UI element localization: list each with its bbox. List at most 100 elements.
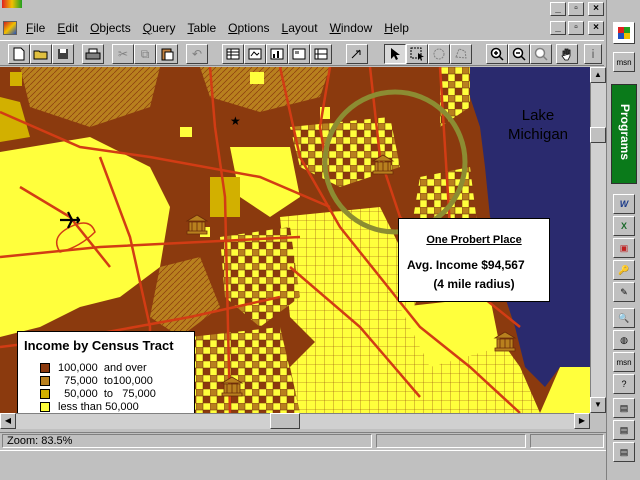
app-restore-button[interactable]: ▫	[568, 2, 584, 16]
notepad-icon[interactable]: ✎	[613, 282, 635, 302]
menu-accelerator: H	[384, 21, 393, 35]
menu-layout[interactable]: Layout	[276, 19, 324, 37]
horizontal-scroll-thumb[interactable]	[270, 413, 300, 429]
new-icon[interactable]	[8, 44, 30, 64]
menu-items: File Edit Objects Query Table Options Layout Wi…	[20, 19, 415, 37]
horizontal-scrollbar[interactable]: ◀ ▶	[0, 413, 590, 429]
layer-control-icon[interactable]	[346, 44, 368, 64]
callout-place-name: One Probert Place	[426, 234, 522, 246]
programs-toolbar[interactable]: Programs	[611, 84, 637, 184]
folder-icon-2[interactable]: ▤	[613, 420, 635, 440]
main-toolbar: ✂ ⧉ ↶ i	[0, 40, 604, 66]
msn-button[interactable]: msn	[613, 52, 635, 72]
tract	[10, 72, 22, 86]
info-icon[interactable]: i	[584, 44, 602, 64]
menu-options[interactable]: Options	[222, 19, 275, 37]
scroll-right-button[interactable]: ▶	[574, 413, 590, 429]
lake-label-2: Michigan	[507, 126, 569, 143]
grabber-icon[interactable]	[556, 44, 578, 64]
copy-icon[interactable]: ⧉	[134, 44, 156, 64]
marquee-select-icon[interactable]	[406, 44, 428, 64]
vertical-scroll-thumb[interactable]	[590, 127, 606, 143]
menu-table[interactable]: Table	[181, 19, 222, 37]
save-icon[interactable]	[52, 44, 74, 64]
scroll-down-button[interactable]: ▼	[590, 397, 606, 413]
excel-icon[interactable]: X	[613, 216, 635, 236]
document-icon[interactable]	[3, 21, 17, 35]
menu-label-rest: ayout	[288, 21, 318, 35]
scroll-left-button[interactable]: ◀	[0, 413, 16, 429]
open-icon[interactable]	[30, 44, 52, 64]
menu-bar: File Edit Objects Query Table Options Layout Wi…	[0, 18, 540, 38]
menu-file[interactable]: File	[20, 19, 51, 37]
app-minimize-button[interactable]: _	[550, 2, 566, 16]
menu-edit[interactable]: Edit	[51, 19, 84, 37]
menu-label-rest: ile	[33, 21, 46, 35]
doc-close-button[interactable]: ×	[588, 21, 604, 35]
legend-row: less than 50,000	[40, 401, 139, 413]
zoom-status: Zoom: 83.5%	[2, 434, 372, 448]
menu-window[interactable]: Window	[324, 19, 379, 37]
radius-select-icon[interactable]	[428, 44, 450, 64]
map-window[interactable]: ★ Lake Michigan One Probert Place Avg. I…	[0, 67, 590, 413]
status-bar: Zoom: 83.5%	[0, 432, 606, 448]
legend-row: 50,000 to 75,000	[40, 388, 156, 400]
menu-objects[interactable]: Objects	[84, 19, 137, 37]
office-logo-icon[interactable]	[613, 22, 635, 44]
cut-icon[interactable]: ✂	[112, 44, 134, 64]
msn-small-icon[interactable]: msn	[613, 352, 635, 372]
legend-swatch	[40, 389, 50, 399]
legend-swatch	[40, 363, 50, 373]
scroll-up-button[interactable]: ▲	[590, 67, 606, 83]
doc-minimize-button[interactable]: _	[550, 21, 566, 35]
layout-icon[interactable]	[288, 44, 310, 64]
callout-income: Avg. Income $94,567	[407, 258, 525, 272]
menu-accelerator: O	[90, 21, 100, 35]
bottom-area	[0, 450, 606, 480]
menu-label-rest: indow	[340, 21, 373, 35]
menu-accelerator: Q	[142, 21, 153, 35]
find-icon[interactable]: 🔍	[613, 308, 635, 328]
menu-label-rest: dit	[65, 21, 79, 35]
polygon-select-icon[interactable]	[450, 44, 472, 64]
programs-label: Programs	[618, 103, 632, 161]
change-view-icon[interactable]	[530, 44, 552, 64]
legend-label: 100,000 and over	[58, 362, 147, 374]
zoom-out-icon[interactable]	[508, 44, 530, 64]
word-icon[interactable]: W	[613, 194, 635, 214]
menu-help[interactable]: Help	[378, 19, 415, 37]
doc-restore-button[interactable]: ▫	[568, 21, 584, 35]
tract	[180, 127, 192, 137]
office-shortcut-bar: msn Programs W X ▣ 🔑 ✎ 🔍 ◍ msn ? ▤ ▤ ▤	[606, 0, 640, 480]
graph-icon[interactable]	[266, 44, 288, 64]
menu-label-rest: uery	[152, 21, 176, 35]
app-close-button[interactable]: ×	[588, 2, 604, 16]
powerpoint-icon[interactable]: ▣	[613, 238, 635, 258]
folder-icon-3[interactable]: ▤	[613, 442, 635, 462]
access-icon[interactable]: 🔑	[613, 260, 635, 280]
mapinfo-window: _ ▫ × File Edit Objects Query Table Options La…	[0, 0, 640, 480]
paste-icon[interactable]	[156, 44, 178, 64]
place-callout: One Probert Place Avg. Income $94,567 (4…	[398, 218, 550, 302]
title-strip: _ ▫ ×	[0, 0, 604, 18]
map-window-icon[interactable]	[244, 44, 266, 64]
select-icon[interactable]	[384, 44, 406, 64]
scroll-corner	[590, 413, 606, 429]
redistrict-icon[interactable]	[310, 44, 332, 64]
print-icon[interactable]	[82, 44, 104, 64]
msn-small-label: msn	[616, 357, 632, 367]
menu-query[interactable]: Query	[137, 19, 182, 37]
star-marker: ★	[230, 114, 241, 128]
zoom-in-icon[interactable]	[486, 44, 508, 64]
menu-label-rest: bjects	[99, 21, 131, 35]
folder-icon[interactable]: ▤	[613, 398, 635, 418]
globe-icon[interactable]: ◍	[613, 330, 635, 350]
tract	[250, 72, 264, 84]
undo-icon[interactable]: ↶	[186, 44, 208, 64]
help-icon[interactable]: ?	[613, 374, 635, 394]
vertical-scrollbar[interactable]: ▲ ▼	[590, 67, 606, 413]
browser-icon[interactable]	[222, 44, 244, 64]
legend-row: 75,000 to100,000	[40, 375, 153, 387]
legend-label: less than 50,000	[58, 401, 139, 413]
app-logo	[2, 0, 22, 8]
